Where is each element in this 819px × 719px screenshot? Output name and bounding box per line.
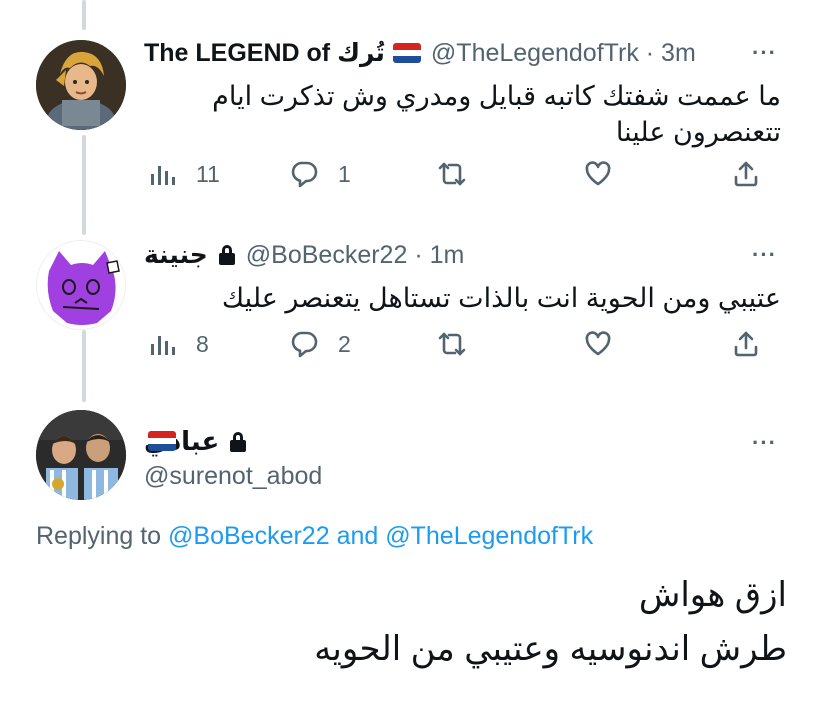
like-icon bbox=[585, 331, 611, 356]
lock-icon bbox=[218, 245, 236, 265]
reply-count: 2 bbox=[338, 330, 351, 357]
replying-user-link[interactable]: @TheLegendofTrk bbox=[385, 522, 593, 550]
views-count: 8 bbox=[196, 330, 209, 357]
like-button[interactable] bbox=[584, 330, 612, 358]
more-options-icon[interactable]: ··· bbox=[752, 242, 777, 268]
views-button[interactable]: 11 bbox=[148, 160, 220, 188]
tweet-text: ما عممت شفتك كاتبه قبايل ومدري وش تذكرت … bbox=[212, 78, 781, 150]
avatar[interactable] bbox=[36, 240, 126, 330]
share-icon bbox=[734, 161, 758, 187]
share-button[interactable] bbox=[732, 330, 760, 358]
replying-to: Replying to @BoBecker22 and @TheLegendof… bbox=[36, 522, 593, 551]
display-name[interactable]: جنينة bbox=[144, 240, 208, 270]
retweet-button[interactable] bbox=[438, 330, 466, 358]
tweet-text-line: عتيبي ومن الحوية انت بالذات تستاهل يتعنص… bbox=[221, 283, 781, 313]
handle[interactable]: @BoBecker22 · 1m bbox=[246, 241, 465, 270]
tweet-header: The LEGEND of تُرك @TheLegendofTrk · 3m bbox=[144, 38, 696, 68]
tweet-actions: 11 1 bbox=[148, 160, 768, 190]
thread-line bbox=[82, 0, 86, 30]
more-options-icon[interactable]: ··· bbox=[752, 40, 777, 66]
replying-prefix: Replying to bbox=[36, 522, 162, 550]
avatar[interactable] bbox=[36, 40, 126, 130]
handle[interactable]: @TheLegendofTrk · 3m bbox=[431, 39, 696, 68]
reply-button[interactable]: 2 bbox=[290, 330, 351, 358]
avatar-image bbox=[36, 410, 126, 500]
views-icon bbox=[151, 336, 175, 355]
views-icon bbox=[151, 166, 175, 185]
share-button[interactable] bbox=[732, 160, 760, 188]
retweet-icon bbox=[438, 162, 466, 186]
reply-icon bbox=[291, 331, 318, 358]
tweet-actions: 8 2 bbox=[148, 330, 768, 360]
thread-line bbox=[82, 330, 86, 402]
handle[interactable]: @surenot_abod bbox=[144, 462, 322, 491]
tweet-header: جنينة @BoBecker22 · 1m bbox=[144, 240, 464, 270]
reply-button[interactable]: 1 bbox=[290, 160, 351, 188]
views-button[interactable]: 8 bbox=[148, 330, 209, 358]
tweet-text: عتيبي ومن الحوية انت بالذات تستاهل يتعنص… bbox=[222, 280, 781, 316]
tweet-text-line: ازق هواش bbox=[638, 576, 787, 614]
retweet-icon bbox=[438, 332, 466, 356]
main-tweet-text: ازق هواش طرش اندنوسيه وعتيبي من الحويه bbox=[314, 568, 787, 676]
avatar-image bbox=[36, 40, 126, 130]
retweet-button[interactable] bbox=[438, 160, 466, 188]
tweet-text-line: تتعنصرون علينا bbox=[615, 117, 781, 147]
netherlands-flag-icon bbox=[148, 431, 176, 451]
reply-icon bbox=[291, 161, 318, 188]
views-count: 11 bbox=[196, 160, 220, 187]
avatar-image bbox=[37, 241, 125, 329]
avatar[interactable] bbox=[36, 410, 126, 500]
thread-line bbox=[82, 135, 86, 235]
share-icon bbox=[734, 331, 758, 357]
netherlands-flag-icon bbox=[392, 43, 421, 63]
replying-and: and bbox=[336, 522, 379, 550]
tweet-text-line: طرش اندنوسيه وعتيبي من الحويه bbox=[314, 630, 787, 668]
display-name[interactable]: The LEGEND of تُرك bbox=[144, 38, 385, 68]
replying-user-link[interactable]: @BoBecker22 bbox=[168, 522, 330, 550]
more-options-icon[interactable]: ··· bbox=[752, 430, 777, 456]
like-button[interactable] bbox=[584, 160, 612, 188]
tweet-text-line: ما عممت شفتك كاتبه قبايل ومدري وش تذكرت … bbox=[212, 81, 781, 111]
reply-count: 1 bbox=[338, 160, 351, 187]
lock-icon bbox=[229, 431, 247, 452]
like-icon bbox=[585, 161, 611, 186]
